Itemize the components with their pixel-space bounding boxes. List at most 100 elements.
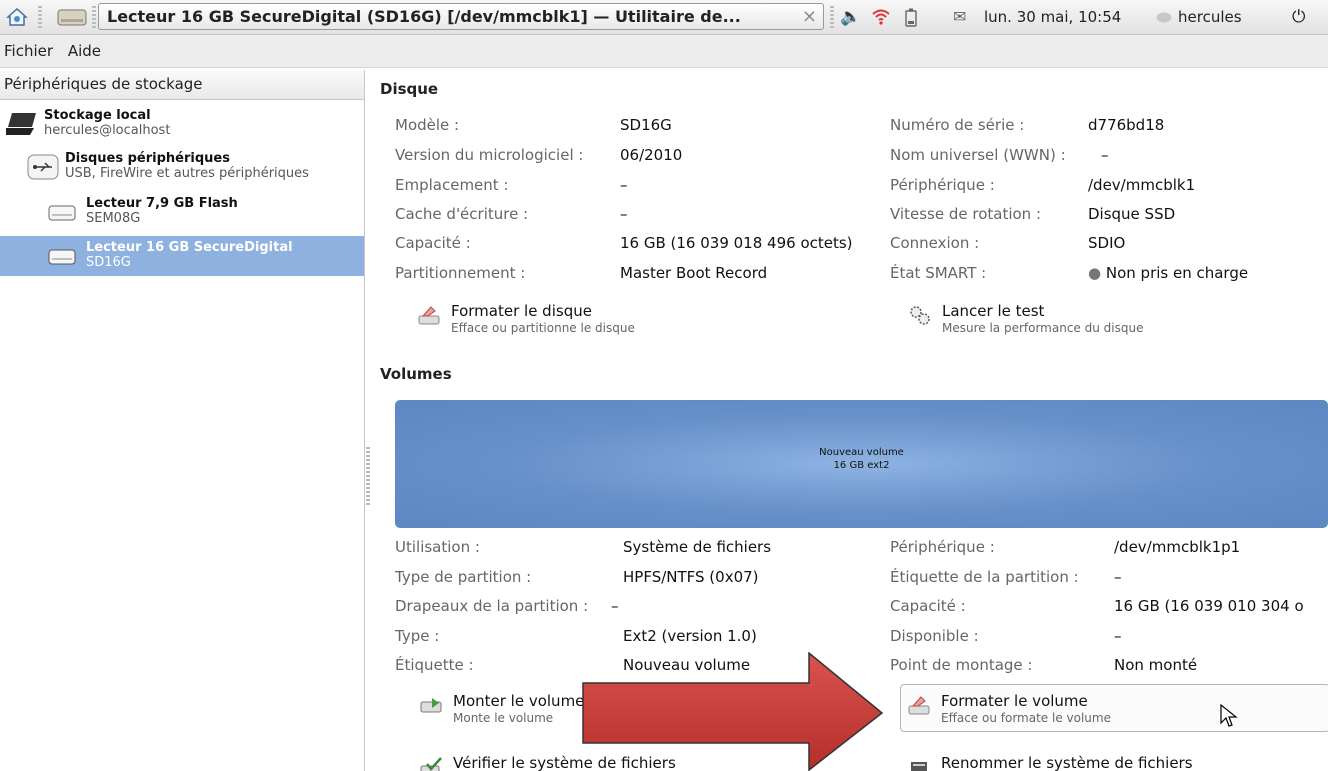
action-title: Formater le disque xyxy=(451,302,592,320)
volume-label: Point de montage : xyxy=(890,656,1033,674)
panel-separator xyxy=(38,6,42,28)
gears-icon xyxy=(910,306,930,325)
drive-icon xyxy=(48,249,76,265)
format-disk-button[interactable]: Formater le disque Efface ou partitionne… xyxy=(418,302,635,336)
panel-separator xyxy=(92,6,96,28)
benchmark-button[interactable]: Lancer le test Mesure la performance du … xyxy=(910,302,1144,336)
tree-item-sd-card[interactable]: Lecteur 16 GB SecureDigital SD16G xyxy=(0,236,364,276)
status-dot-icon: ● xyxy=(1088,264,1102,282)
usb-icon xyxy=(27,154,59,180)
window-title: Lecteur 16 GB SecureDigital (SD16G) [/de… xyxy=(107,7,741,26)
menu-help[interactable]: Aide xyxy=(63,35,106,67)
close-icon[interactable]: ⨯ xyxy=(802,4,817,29)
tree-item-peripheral-disks[interactable]: Disques périphériques USB, FireWire et a… xyxy=(0,150,364,186)
check-icon xyxy=(420,757,442,771)
action-title: Formater le volume xyxy=(941,692,1088,710)
volume-name: Nouveau volume xyxy=(819,447,904,458)
column-header[interactable]: Périphériques de stockage xyxy=(0,70,364,100)
tree-item-subtitle: SEM08G xyxy=(86,211,141,226)
tree-item-subtitle: SD16G xyxy=(86,255,131,270)
disk-value: 16 GB (16 039 018 496 octets) xyxy=(620,234,853,252)
home-icon[interactable] xyxy=(6,7,28,27)
volume-value: – xyxy=(1114,568,1122,586)
volume-icon[interactable]: 🔈 xyxy=(840,0,861,34)
action-subtitle: Monte le volume xyxy=(453,711,554,725)
format-volume-button[interactable]: Formater le volume Efface ou formate le … xyxy=(908,692,1111,726)
volume-label: Étiquette : xyxy=(395,656,474,674)
menu-file[interactable]: Fichier xyxy=(0,35,58,67)
disk-value: Non pris en charge xyxy=(1105,264,1249,282)
disk-value: 06/2010 xyxy=(620,146,683,164)
drive-icon xyxy=(48,205,76,221)
disk-label: État SMART : xyxy=(890,264,987,282)
disk-label: Version du micrologiciel : xyxy=(395,146,584,164)
tree-item-local-storage[interactable]: Stockage local hercules@localhost xyxy=(0,107,364,143)
volume-label: Capacité : xyxy=(890,597,966,615)
volume-label: Utilisation : xyxy=(395,538,480,556)
volume-label: Drapeaux de la partition : xyxy=(395,597,589,615)
user-name[interactable]: hercules xyxy=(1178,0,1242,34)
disk-label: Emplacement : xyxy=(395,176,509,194)
panel-separator xyxy=(830,6,834,28)
tree-item-title: Lecteur 16 GB SecureDigital xyxy=(86,240,293,255)
action-subtitle: Mesure la performance du disque xyxy=(942,321,1144,335)
format-icon xyxy=(908,696,930,715)
volume-label: Étiquette de la partition : xyxy=(890,568,1079,586)
mail-icon[interactable]: ✉ xyxy=(953,0,966,34)
disk-value: SD16G xyxy=(620,116,672,134)
action-subtitle: Efface ou partitionne le disque xyxy=(451,321,635,335)
volume-value: /dev/mmcblk1p1 xyxy=(1114,538,1241,556)
volume-value: Système de fichiers xyxy=(623,538,772,556)
drive-icon[interactable] xyxy=(56,7,88,27)
volume-label: Disponible : xyxy=(890,627,979,645)
volume-label: Périphérique : xyxy=(890,538,995,556)
mouse-cursor-icon xyxy=(1220,704,1238,727)
format-icon xyxy=(418,306,440,325)
volume-value: Non monté xyxy=(1114,656,1198,674)
disk-value: Disque SSD xyxy=(1088,205,1176,223)
clock[interactable]: lun. 30 mai, 10:54 xyxy=(984,0,1121,34)
taskbar-window-button[interactable]: Lecteur 16 GB SecureDigital (SD16G) [/de… xyxy=(98,3,824,30)
tree-item-subtitle: USB, FireWire et autres périphériques xyxy=(65,166,309,181)
volume-value: 16 GB (16 039 010 304 o xyxy=(1114,597,1304,615)
tree-item-title: Disques périphériques xyxy=(65,151,230,166)
wifi-icon[interactable] xyxy=(871,8,891,26)
tree-item-flash-drive[interactable]: Lecteur 7,9 GB Flash SEM08G xyxy=(0,194,364,230)
laptop-icon xyxy=(6,113,36,135)
top-panel: Lecteur 16 GB SecureDigital (SD16G) [/de… xyxy=(0,0,1328,35)
disk-label: Numéro de série : xyxy=(890,116,1025,134)
action-subtitle: Efface ou formate le volume xyxy=(941,711,1111,725)
disk-label: Partitionnement : xyxy=(395,264,526,282)
action-title: Lancer le test xyxy=(942,302,1045,320)
disk-label: Périphérique : xyxy=(890,176,995,194)
disk-label: Connexion : xyxy=(890,234,980,252)
mount-volume-button[interactable]: Monter le volume Monte le volume xyxy=(420,692,585,726)
disk-value: SDIO xyxy=(1088,234,1126,252)
action-title: Renommer le système de fichiers xyxy=(941,754,1193,771)
volume-value: – xyxy=(1114,627,1122,645)
tree-item-subtitle: hercules@localhost xyxy=(44,123,171,138)
volume-map[interactable]: Nouveau volume 16 GB ext2 xyxy=(395,400,1328,528)
disk-value: – xyxy=(620,205,628,223)
battery-icon[interactable] xyxy=(905,8,917,27)
action-title: Monter le volume xyxy=(453,692,585,710)
chat-icon[interactable] xyxy=(1156,12,1172,24)
disk-value: Master Boot Record xyxy=(620,264,768,282)
rename-filesystem-button[interactable]: Renommer le système de fichiers xyxy=(911,754,1193,771)
disk-label: Cache d'écriture : xyxy=(395,205,529,223)
disk-value: d776bd18 xyxy=(1088,116,1165,134)
volume-value: Ext2 (version 1.0) xyxy=(623,627,757,645)
volume-label: Type de partition : xyxy=(395,568,532,586)
volume-value: HPFS/NTFS (0x07) xyxy=(623,568,759,586)
power-icon[interactable]: ⏻ xyxy=(1292,0,1305,34)
disk-section-title: Disque xyxy=(380,80,439,98)
rename-icon xyxy=(911,762,927,771)
volume-value: – xyxy=(611,597,619,615)
disk-value: – xyxy=(620,176,628,194)
disk-label: Capacité : xyxy=(395,234,471,252)
disk-value: – xyxy=(1101,146,1109,164)
volume-size: 16 GB ext2 xyxy=(833,460,890,471)
volume-label: Type : xyxy=(395,627,440,645)
storage-device-tree: Périphériques de stockage Stockage local… xyxy=(0,70,365,771)
disk-label: Vitesse de rotation : xyxy=(890,205,1041,223)
